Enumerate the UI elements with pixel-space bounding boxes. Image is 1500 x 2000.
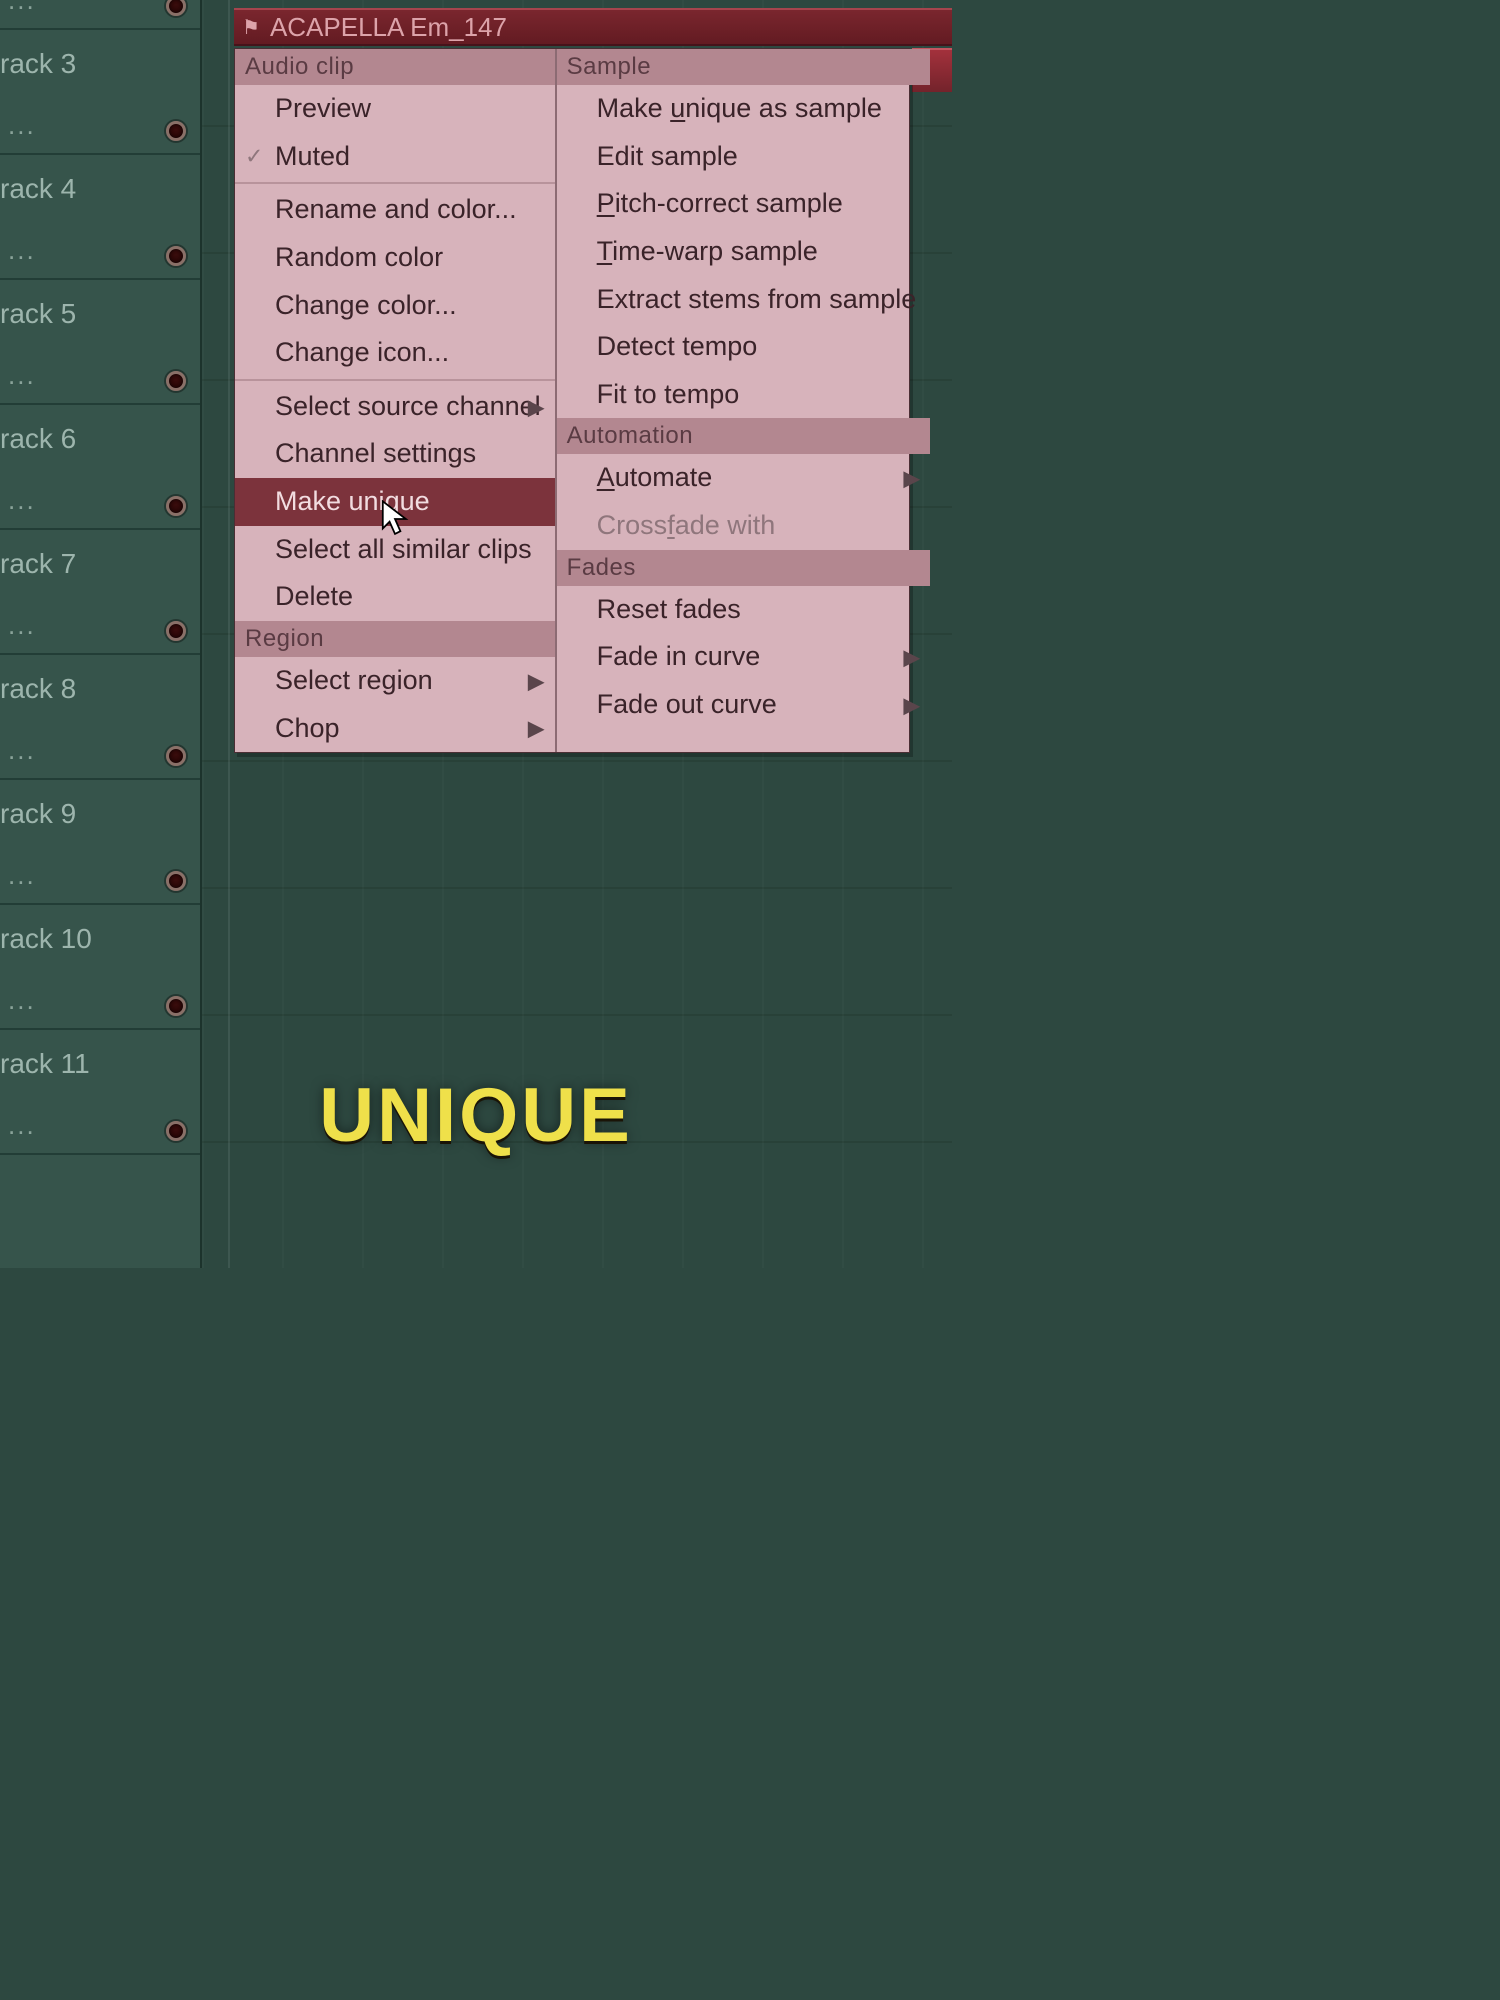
menu-column-right: Sample Make unique as sample Edit sample… <box>557 49 931 752</box>
clip-flag-icon: ⚑ <box>242 15 260 40</box>
track-mute-led[interactable] <box>166 371 186 391</box>
menu-section-fades: Fades <box>557 550 931 586</box>
submenu-arrow-icon: ▶ <box>528 714 545 743</box>
track-label: rack 9 <box>0 798 76 830</box>
menu-section-audio-clip: Audio clip <box>235 49 555 85</box>
menu-item-chop[interactable]: Chop ▶ <box>235 705 555 753</box>
track-mute-led[interactable] <box>166 621 186 641</box>
menu-item-reset-fades[interactable]: Reset fades <box>557 586 931 634</box>
track-options-icon[interactable]: ... <box>8 0 36 16</box>
submenu-arrow-icon: ▶ <box>903 643 920 672</box>
menu-item-fit-to-tempo[interactable]: Fit to tempo <box>557 371 931 419</box>
track-mute-led[interactable] <box>166 496 186 516</box>
track-header[interactable]: rack 5 ... <box>0 280 200 405</box>
menu-item-time-warp-sample[interactable]: Time-warp sample <box>557 228 931 276</box>
menu-item-edit-sample[interactable]: Edit sample <box>557 133 931 181</box>
track-options-icon[interactable]: ... <box>8 485 36 516</box>
overlay-caption: UNIQUE <box>0 1072 952 1159</box>
menu-item-random-color[interactable]: Random color <box>235 234 555 282</box>
track-header[interactable]: rack 3 ... <box>0 30 200 155</box>
track-label: rack 5 <box>0 298 76 330</box>
track-header[interactable]: rack 9 ... <box>0 780 200 905</box>
track-options-icon[interactable]: ... <box>8 360 36 391</box>
menu-item-fade-in-curve[interactable]: Fade in curve ▶ <box>557 633 931 681</box>
check-icon: ✓ <box>245 142 263 171</box>
track-mute-led[interactable] <box>166 246 186 266</box>
menu-item-make-unique[interactable]: Make unique <box>235 478 555 526</box>
menu-item-make-unique-as-sample[interactable]: Make unique as sample <box>557 85 931 133</box>
submenu-arrow-icon: ▶ <box>528 666 545 695</box>
track-header[interactable]: rack 8 ... <box>0 655 200 780</box>
track-label: rack 6 <box>0 423 76 455</box>
clip-title-bar[interactable]: ⚑ ACAPELLA Em_147 <box>234 8 952 46</box>
clip-title: ACAPELLA Em_147 <box>270 12 507 43</box>
menu-item-select-region[interactable]: Select region ▶ <box>235 657 555 705</box>
track-header[interactable]: rack 10 ... <box>0 905 200 1030</box>
menu-column-left: Audio clip Preview ✓ Muted Rename and co… <box>235 49 557 752</box>
track-label: rack 7 <box>0 548 76 580</box>
menu-item-channel-settings[interactable]: Channel settings <box>235 430 555 478</box>
track-options-icon[interactable]: ... <box>8 110 36 141</box>
track-options-icon[interactable]: ... <box>8 860 36 891</box>
track-header[interactable]: rack 4 ... <box>0 155 200 280</box>
submenu-arrow-icon: ▶ <box>528 392 545 421</box>
track-mute-led[interactable] <box>166 121 186 141</box>
track-header[interactable]: rack 2 ... <box>0 0 200 30</box>
track-mute-led[interactable] <box>166 0 186 16</box>
menu-item-crossfade-with: Crossfade with <box>557 502 931 550</box>
menu-item-change-color[interactable]: Change color... <box>235 282 555 330</box>
clip-context-menu: Audio clip Preview ✓ Muted Rename and co… <box>234 48 910 753</box>
track-mute-led[interactable] <box>166 996 186 1016</box>
track-options-icon[interactable]: ... <box>8 735 36 766</box>
track-label: rack 10 <box>0 923 92 955</box>
menu-item-detect-tempo[interactable]: Detect tempo <box>557 323 931 371</box>
track-mute-led[interactable] <box>166 871 186 891</box>
menu-section-sample: Sample <box>557 49 931 85</box>
menu-section-automation: Automation <box>557 418 931 454</box>
menu-divider <box>235 182 555 184</box>
submenu-arrow-icon: ▶ <box>903 690 920 719</box>
menu-item-muted[interactable]: ✓ Muted <box>235 133 555 181</box>
menu-item-select-source-channel[interactable]: Select source channel ▶ <box>235 383 555 431</box>
track-options-icon[interactable]: ... <box>8 610 36 641</box>
menu-item-rename-color[interactable]: Rename and color... <box>235 186 555 234</box>
track-label: rack 3 <box>0 48 76 80</box>
menu-section-region: Region <box>235 621 555 657</box>
track-header[interactable]: rack 6 ... <box>0 405 200 530</box>
menu-item-automate[interactable]: Automate ▶ <box>557 454 931 502</box>
track-header[interactable]: rack 7 ... <box>0 530 200 655</box>
menu-divider <box>235 379 555 381</box>
track-label: rack 4 <box>0 173 76 205</box>
menu-item-pitch-correct-sample[interactable]: Pitch-correct sample <box>557 180 931 228</box>
track-options-icon[interactable]: ... <box>8 235 36 266</box>
menu-item-extract-stems[interactable]: Extract stems from sample <box>557 276 931 324</box>
menu-item-preview[interactable]: Preview <box>235 85 555 133</box>
submenu-arrow-icon: ▶ <box>903 464 920 493</box>
track-label: rack 8 <box>0 673 76 705</box>
track-mute-led[interactable] <box>166 746 186 766</box>
track-options-icon[interactable]: ... <box>8 985 36 1016</box>
menu-item-fade-out-curve[interactable]: Fade out curve ▶ <box>557 681 931 729</box>
menu-item-change-icon[interactable]: Change icon... <box>235 329 555 377</box>
menu-item-delete[interactable]: Delete <box>235 573 555 621</box>
menu-item-select-similar-clips[interactable]: Select all similar clips <box>235 526 555 574</box>
